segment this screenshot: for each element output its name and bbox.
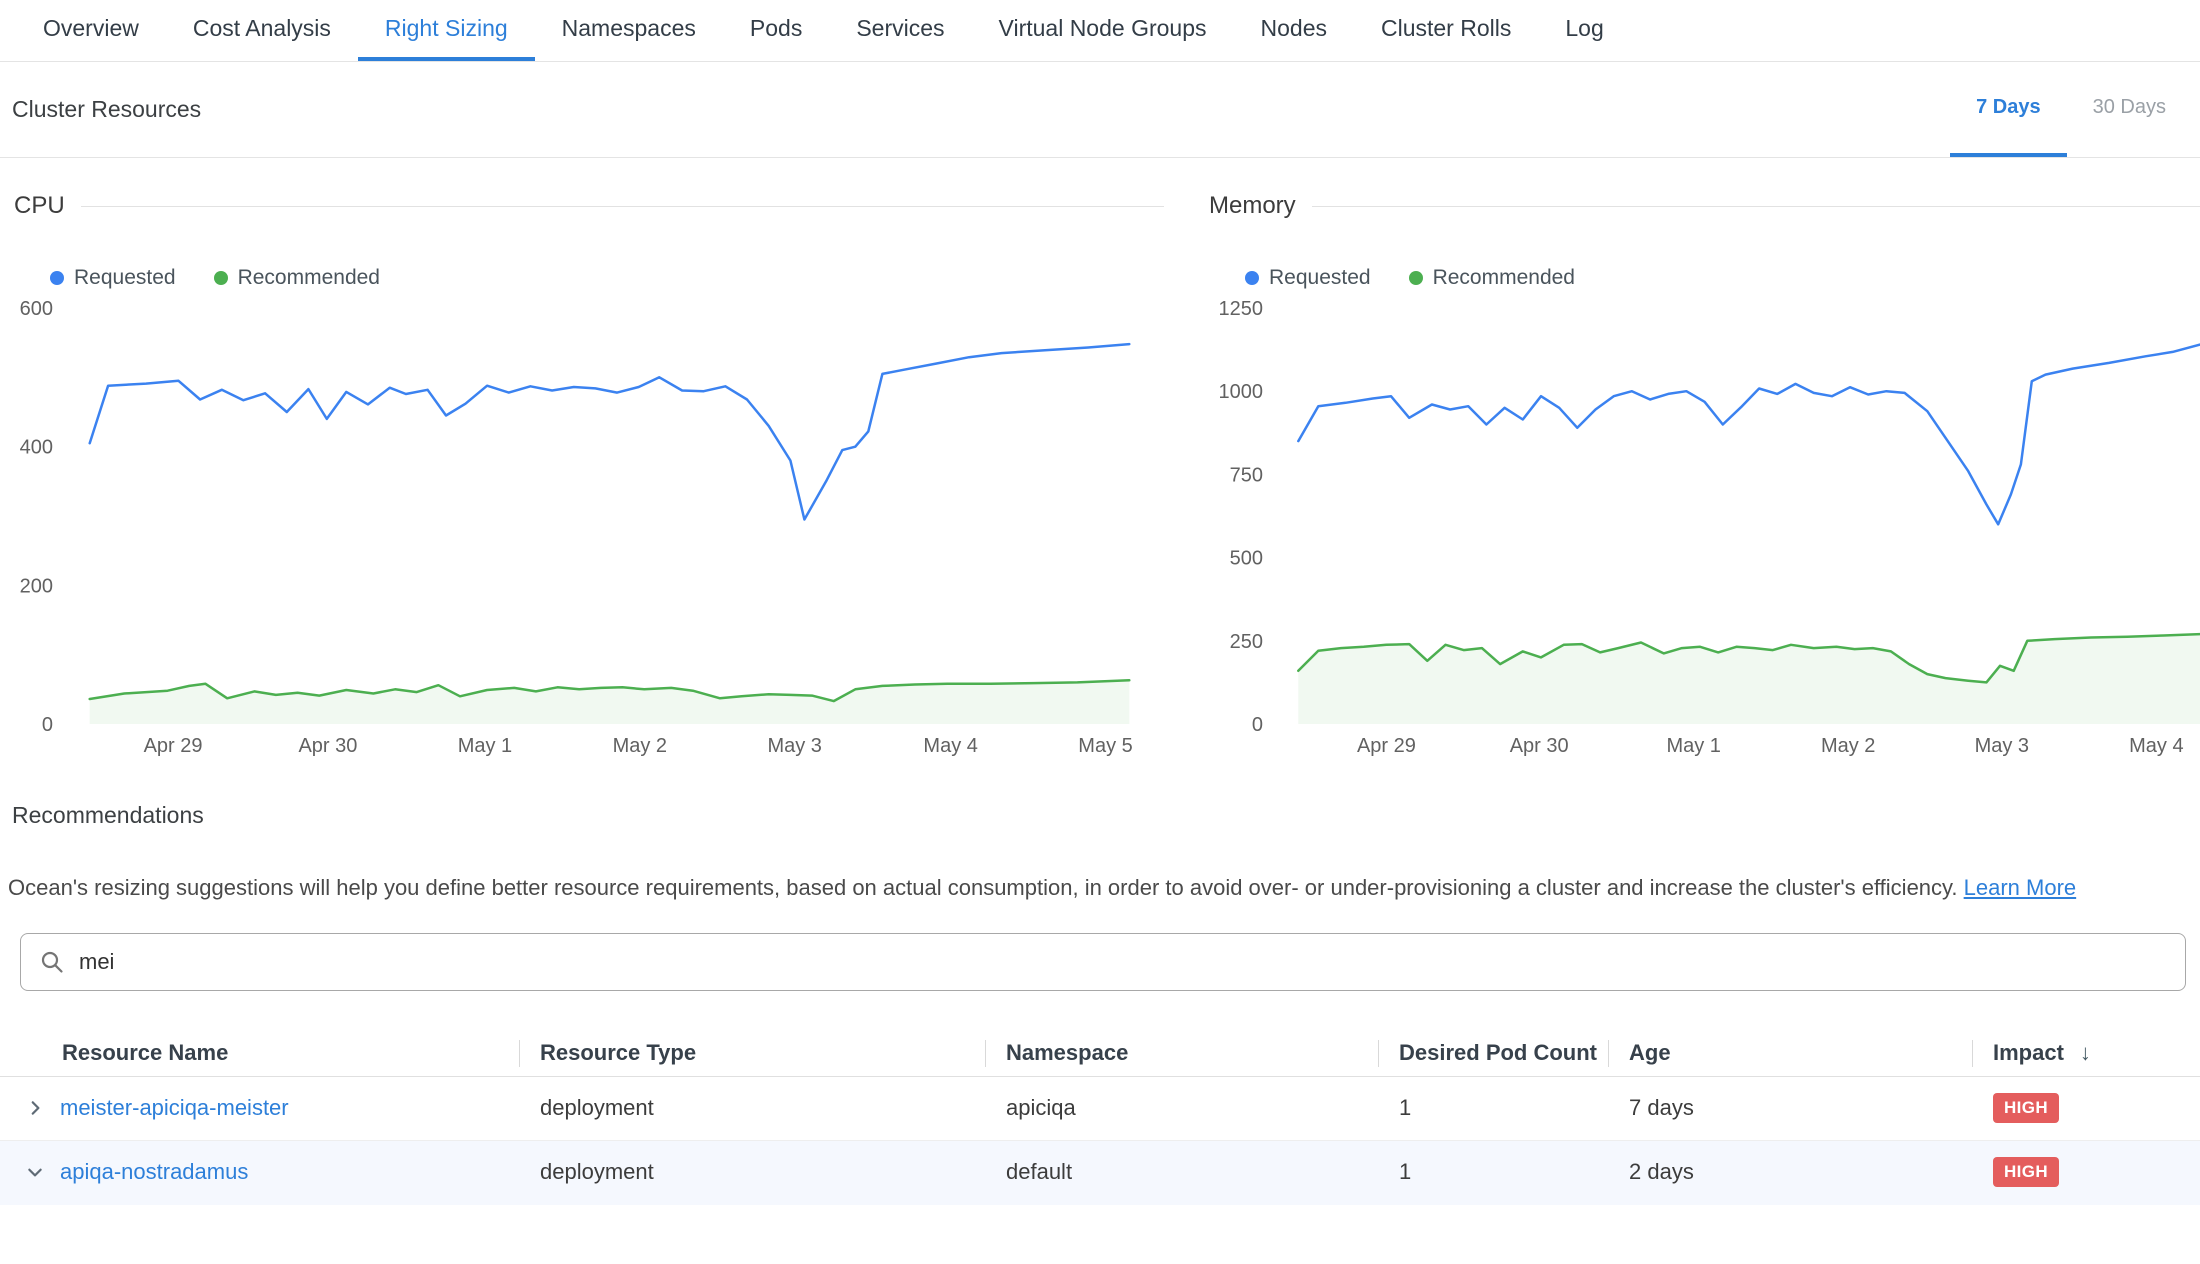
svg-text:May 1: May 1	[458, 735, 512, 757]
svg-text:Apr 30: Apr 30	[298, 735, 357, 757]
tab-services[interactable]: Services	[829, 0, 971, 61]
period-30-days[interactable]: 30 Days	[2067, 62, 2192, 157]
svg-text:May 4: May 4	[2129, 735, 2183, 757]
table-header-row: Resource Name Resource Type Namespace De…	[0, 1031, 2200, 1077]
legend-label: Requested	[74, 266, 176, 290]
tab-overview[interactable]: Overview	[16, 0, 166, 61]
chevron-right-icon[interactable]	[26, 1099, 44, 1117]
namespace-cell: apiciqa	[985, 1095, 1378, 1121]
svg-text:200: 200	[20, 575, 53, 597]
column-header-namespace[interactable]: Namespace	[985, 1031, 1378, 1076]
column-header-resource-type[interactable]: Resource Type	[519, 1031, 985, 1076]
svg-text:Apr 29: Apr 29	[1357, 735, 1416, 757]
impact-badge: HIGH	[1993, 1093, 2059, 1123]
svg-text:May 2: May 2	[1821, 735, 1875, 757]
cluster-resources-title: Cluster Resources	[12, 62, 201, 157]
table-row[interactable]: apiqa-nostradamus deployment default 1 2…	[0, 1141, 2200, 1205]
column-header-desired-pod-count[interactable]: Desired Pod Count	[1378, 1031, 1608, 1076]
requested-legend-dot	[1245, 271, 1259, 285]
requested-legend-dot	[50, 271, 64, 285]
resource-type-cell: deployment	[519, 1159, 985, 1185]
svg-text:Apr 29: Apr 29	[144, 735, 203, 757]
charts-row: CPU Requested Recommended 0 200 400 600 Apr …	[0, 158, 2200, 758]
table-row[interactable]: meister-apiciqa-meister deployment apici…	[0, 1077, 2200, 1141]
period-7-days[interactable]: 7 Days	[1950, 62, 2067, 157]
legend-label: Recommended	[1433, 266, 1575, 290]
svg-text:0: 0	[42, 714, 53, 736]
tab-nodes[interactable]: Nodes	[1234, 0, 1354, 61]
tab-namespaces[interactable]: Namespaces	[535, 0, 723, 61]
svg-text:May 5: May 5	[1078, 735, 1132, 757]
memory-chart-title: Memory	[1209, 192, 1296, 220]
memory-legend-recommended[interactable]: Recommended	[1409, 266, 1575, 290]
svg-text:Apr 30: Apr 30	[1510, 735, 1569, 757]
svg-text:0: 0	[1252, 714, 1263, 736]
tab-virtual-node-groups[interactable]: Virtual Node Groups	[972, 0, 1234, 61]
impact-badge: HIGH	[1993, 1157, 2059, 1187]
pod-count-cell: 1	[1378, 1095, 1608, 1121]
resource-name-link[interactable]: apiqa-nostradamus	[60, 1159, 248, 1185]
search-input[interactable]	[79, 949, 2167, 975]
memory-legend-requested[interactable]: Requested	[1245, 266, 1371, 290]
legend-label: Requested	[1269, 266, 1371, 290]
memory-title-rule	[1312, 206, 2200, 207]
cpu-legend-requested[interactable]: Requested	[50, 266, 176, 290]
recommended-legend-dot	[1409, 271, 1423, 285]
resource-type-cell: deployment	[519, 1095, 985, 1121]
svg-text:500: 500	[1230, 548, 1263, 570]
memory-legend: Requested Recommended	[1245, 266, 2200, 290]
recommendations-table: Resource Name Resource Type Namespace De…	[0, 1031, 2200, 1205]
memory-line-chart: 0 250 500 750 1000 1250 Apr 29 Apr 30 May 1 May 2…	[1209, 296, 2200, 758]
svg-text:May 3: May 3	[767, 735, 821, 757]
search-box[interactable]	[20, 933, 2186, 991]
chevron-down-icon[interactable]	[26, 1163, 44, 1181]
period-toggle: 7 Days 30 Days	[1950, 62, 2192, 157]
tab-right-sizing[interactable]: Right Sizing	[358, 0, 535, 61]
column-header-resource-name[interactable]: Resource Name	[0, 1031, 519, 1076]
tab-cluster-rolls[interactable]: Cluster Rolls	[1354, 0, 1538, 61]
tab-log[interactable]: Log	[1538, 0, 1630, 61]
cluster-resources-header: Cluster Resources 7 Days 30 Days	[0, 62, 2200, 158]
svg-text:May 4: May 4	[923, 735, 977, 757]
recommendations-description: Ocean's resizing suggestions will help y…	[0, 829, 2200, 903]
svg-text:750: 750	[1230, 464, 1263, 486]
recommendations-title: Recommendations	[0, 758, 2200, 829]
recommended-legend-dot	[214, 271, 228, 285]
svg-text:May 2: May 2	[613, 735, 667, 757]
cpu-legend-recommended[interactable]: Recommended	[214, 266, 380, 290]
column-header-impact[interactable]: Impact ↓	[1972, 1031, 2200, 1076]
age-cell: 2 days	[1608, 1159, 1972, 1185]
tab-cost-analysis[interactable]: Cost Analysis	[166, 0, 358, 61]
svg-text:May 1: May 1	[1666, 735, 1720, 757]
search-icon	[39, 949, 65, 975]
memory-chart-block: Memory Requested Recommended 0 250 500 750 1…	[1209, 192, 2200, 758]
age-cell: 7 days	[1608, 1095, 1972, 1121]
column-header-age[interactable]: Age	[1608, 1031, 1972, 1076]
cpu-title-rule	[81, 206, 1164, 207]
sort-desc-icon[interactable]: ↓	[2080, 1040, 2091, 1066]
namespace-cell: default	[985, 1159, 1378, 1185]
legend-label: Recommended	[238, 266, 380, 290]
cpu-line-chart: 0 200 400 600 Apr 29 Apr 30 May 1 May 2 May 3 May…	[14, 296, 1164, 758]
svg-text:600: 600	[20, 298, 53, 320]
pod-count-cell: 1	[1378, 1159, 1608, 1185]
resource-name-link[interactable]: meister-apiciqa-meister	[60, 1095, 289, 1121]
svg-text:May 3: May 3	[1975, 735, 2029, 757]
description-text: Ocean's resizing suggestions will help y…	[8, 875, 1958, 900]
tab-pods[interactable]: Pods	[723, 0, 829, 61]
svg-text:400: 400	[20, 437, 53, 459]
top-tab-bar: Overview Cost Analysis Right Sizing Name…	[0, 0, 2200, 62]
svg-text:250: 250	[1230, 631, 1263, 653]
cpu-chart-title: CPU	[14, 192, 65, 220]
learn-more-link[interactable]: Learn More	[1964, 875, 2077, 900]
svg-text:1250: 1250	[1219, 298, 1264, 320]
cpu-chart-block: CPU Requested Recommended 0 200 400 600 Apr …	[14, 192, 1164, 758]
svg-text:1000: 1000	[1219, 381, 1264, 403]
cpu-legend: Requested Recommended	[50, 266, 1164, 290]
